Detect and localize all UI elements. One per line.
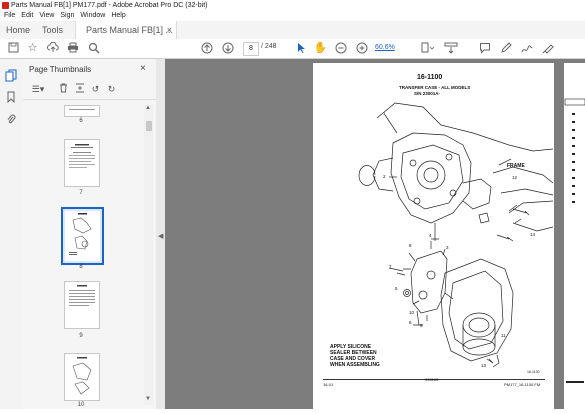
next-page-icon[interactable]	[220, 41, 235, 56]
tab-document-label: Parts Manual FB[1] ...	[86, 25, 174, 35]
thumbnails-panel: Page Thumbnails × ☰▾ ↺ ↻ 6 7 8 9 10 ▲ ▼	[23, 59, 157, 409]
hand-tool-icon[interactable]: ✋	[313, 41, 328, 56]
menu-sign[interactable]: Sign	[60, 12, 74, 19]
scrolling-mode-icon[interactable]	[443, 41, 458, 56]
panel-splitter[interactable]: ◀	[156, 59, 165, 409]
highlight-pen-icon[interactable]	[498, 41, 513, 56]
page-thumbnails-icon[interactable]	[4, 69, 18, 83]
thumbnails-scrollbar[interactable]: ▲ ▼	[144, 105, 153, 405]
page-thumbnail-10[interactable]	[64, 353, 100, 401]
tab-document[interactable]: Parts Manual FB[1] ... ×	[75, 21, 177, 39]
bookmarks-icon[interactable]	[4, 91, 18, 105]
tab-close-icon[interactable]: ×	[167, 21, 172, 39]
rotate-clockwise-icon[interactable]: ↻	[105, 83, 118, 96]
sign-pen-icon[interactable]	[540, 41, 555, 56]
bookmark-star-icon[interactable]: ☆	[25, 41, 40, 56]
tab-bar: Home Tools Parts Manual FB[1] ... ×	[0, 21, 585, 40]
page-total: / 248	[261, 43, 277, 50]
callout-14: 14	[530, 232, 536, 237]
callout-1: 1	[383, 111, 386, 116]
callout-13: 13	[481, 363, 487, 368]
scroll-down-arrow-icon[interactable]: ▼	[145, 396, 151, 402]
callout-11: 11	[501, 333, 506, 338]
collapse-panel-arrow-icon[interactable]: ◀	[158, 232, 163, 240]
page-thumbnail-7[interactable]	[64, 139, 100, 187]
select-cursor-icon[interactable]	[293, 41, 308, 56]
upload-cloud-icon[interactable]	[45, 41, 60, 56]
delete-page-icon[interactable]	[57, 83, 70, 96]
comment-icon[interactable]	[477, 41, 492, 56]
callout-8: 8	[409, 243, 412, 248]
panel-divider	[23, 99, 156, 100]
search-icon[interactable]	[86, 41, 101, 56]
footer-center: 033183	[425, 377, 439, 382]
zoom-level-dropdown[interactable]: 60.6%	[375, 42, 407, 54]
footer-right: PM177_16-1100.FM	[504, 382, 541, 387]
page-thumbnail-9[interactable]	[64, 281, 100, 329]
callout-4: 4	[429, 233, 432, 238]
callout-2: 2	[383, 174, 386, 179]
thumbnail-label: 9	[79, 333, 83, 339]
menu-window[interactable]: Window	[80, 12, 105, 19]
callout-10: 10	[409, 310, 415, 315]
acrobat-app-icon	[2, 2, 9, 9]
scroll-up-arrow-icon[interactable]: ▲	[145, 105, 151, 111]
menu-view[interactable]: View	[39, 12, 54, 19]
menu-bar: File Edit View Sign Window Help	[0, 11, 585, 21]
callout-7: 7	[389, 264, 392, 269]
zoom-out-icon[interactable]	[333, 41, 348, 56]
pdf-page: 16-1100 TRANSFER CASE - ALL MODELS S/N 2…	[313, 63, 554, 409]
thumbnail-options-menu-icon[interactable]: ☰▾	[29, 83, 47, 96]
draw-signature-icon[interactable]	[519, 41, 534, 56]
scrollbar-thumb[interactable]	[146, 121, 152, 131]
thumbnail-label: 7	[79, 190, 83, 196]
tab-home[interactable]: Home	[6, 21, 30, 39]
toolbar: ☆ 8 / 248 ✋ 60.6%	[0, 39, 585, 59]
callout-12: 12	[512, 175, 518, 180]
figure-reference: 16-1100	[527, 370, 540, 374]
menu-file[interactable]: File	[4, 12, 15, 19]
thumbnail-label: 10	[77, 402, 85, 408]
print-icon[interactable]	[65, 41, 80, 56]
menu-help[interactable]: Help	[111, 12, 125, 19]
rotate-counterclockwise-icon[interactable]: ↺	[89, 83, 102, 96]
insert-page-icon[interactable]	[73, 83, 86, 96]
thumbnails-panel-title: Page Thumbnails	[29, 65, 92, 74]
title-bar: Parts Manual FB[1] PM177.pdf - Adobe Acr…	[0, 0, 585, 11]
page-thumbnail-6[interactable]	[64, 105, 100, 117]
thumbnail-label: 8	[79, 264, 83, 270]
tab-tools[interactable]: Tools	[42, 21, 63, 39]
callout-9: 9	[420, 323, 423, 328]
zoom-in-icon[interactable]	[354, 41, 369, 56]
fit-page-icon[interactable]	[419, 41, 434, 56]
page-number-input[interactable]: 8	[243, 42, 259, 56]
callout-6: 6	[409, 320, 412, 325]
close-panel-icon[interactable]: ×	[140, 63, 146, 74]
thumbnail-label: 6	[79, 118, 83, 124]
attachments-paperclip-icon[interactable]	[4, 113, 18, 127]
callout-3: 3	[446, 245, 449, 250]
previous-page-icon[interactable]	[199, 41, 214, 56]
callout-5: 5	[395, 286, 398, 291]
page-thumbnail-8-selected[interactable]	[61, 207, 104, 265]
save-icon[interactable]	[6, 41, 21, 56]
assembly-note: APPLY SILICONE SEALER BETWEEN CASE AND C…	[330, 344, 380, 368]
frame-label: FRAME	[507, 163, 525, 169]
assembly-note-line4: WHEN ASSEMBLING	[330, 362, 380, 368]
menu-edit[interactable]: Edit	[21, 12, 33, 19]
document-canvas[interactable]: 16-1100 TRANSFER CASE - ALL MODELS S/N 2…	[165, 59, 585, 409]
next-pdf-page-partial	[564, 63, 585, 409]
left-nav-strip	[0, 59, 24, 409]
window-title: Parts Manual FB[1] PM177.pdf - Adobe Acr…	[11, 2, 208, 9]
footer-left: 16-01	[323, 382, 334, 387]
